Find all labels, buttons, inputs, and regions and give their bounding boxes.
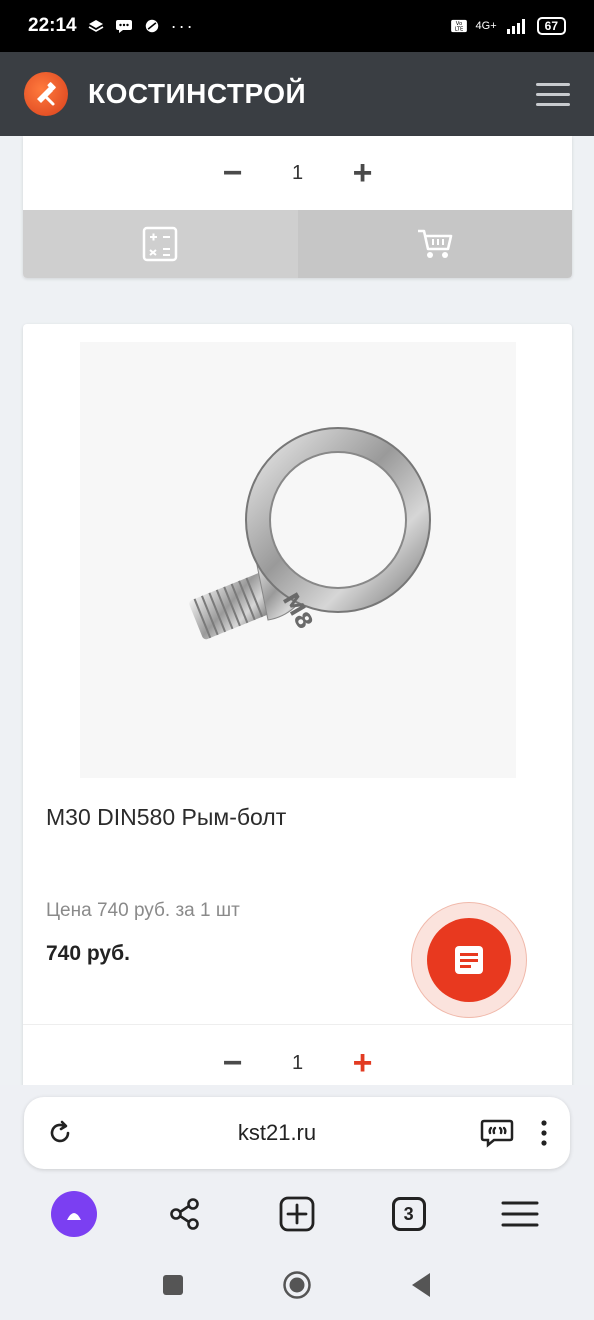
product-price: 740 руб. — [46, 942, 130, 965]
cart-icon — [417, 229, 453, 258]
product-image[interactable]: M8 — [80, 342, 516, 778]
decrease-quantity-button[interactable]: − — [188, 156, 278, 190]
increase-quantity-button[interactable]: + — [318, 156, 408, 190]
alice-icon — [50, 1191, 97, 1237]
product-card-previous: − 1 + — [23, 136, 572, 278]
eye-bolt-image: M8 — [189, 427, 431, 640]
message-icon — [115, 20, 132, 33]
reload-icon[interactable] — [46, 1119, 74, 1147]
share-button[interactable] — [160, 1189, 210, 1239]
document-icon — [455, 946, 483, 974]
status-time: 22:14 — [28, 15, 77, 36]
new-tab-button[interactable] — [272, 1189, 322, 1239]
calculator-icon — [143, 226, 178, 262]
quantity-value[interactable]: 1 — [278, 1052, 318, 1075]
site-header: КОСТИНСТРОЙ — [0, 52, 594, 136]
price-per-unit: Цена 740 руб. за 1 шт — [46, 900, 240, 921]
browser-nav-bar: 3 — [0, 1185, 594, 1243]
increase-quantity-button[interactable]: + — [318, 1046, 408, 1080]
back-icon[interactable] — [410, 1272, 432, 1298]
tabs-button[interactable]: 3 — [384, 1189, 434, 1239]
plus-square-icon — [279, 1196, 315, 1232]
system-nav-bar — [0, 1249, 594, 1320]
home-icon[interactable] — [282, 1270, 312, 1300]
alice-assistant-button[interactable] — [49, 1189, 99, 1239]
volte-icon: VoLTE — [450, 19, 467, 32]
recent-apps-icon[interactable] — [162, 1274, 184, 1296]
quantity-stepper: − 1 + — [23, 136, 572, 210]
calculator-button[interactable] — [23, 210, 298, 278]
notification-icons: ··· — [87, 16, 195, 37]
share-icon — [170, 1198, 200, 1230]
url-text[interactable]: kst21.ru — [74, 1120, 480, 1146]
quantity-value[interactable]: 1 — [278, 162, 318, 185]
tabs-count: 3 — [391, 1197, 426, 1231]
menu-icon — [501, 1201, 539, 1227]
site-logo[interactable] — [24, 72, 68, 116]
card-actions — [23, 210, 572, 278]
decrease-quantity-button[interactable]: − — [188, 1046, 278, 1080]
system-status: Vo LTE 4G+ 67 — [450, 17, 566, 35]
browser-toolbar: kst21.ru 3 — [0, 1085, 594, 1249]
menu-icon[interactable] — [536, 82, 570, 106]
svg-text:LTE: LTE — [454, 26, 463, 32]
battery-level: 67 — [544, 19, 558, 33]
floating-action-button[interactable] — [411, 902, 527, 1018]
tools-icon — [37, 82, 56, 106]
more-vertical-icon[interactable] — [540, 1119, 548, 1147]
network-type: 4G+ — [475, 20, 497, 32]
site-title[interactable]: КОСТИНСТРОЙ — [88, 78, 306, 110]
product-name[interactable]: M30 DIN580 Рым-болт — [46, 804, 286, 831]
more-notifications-icon: ··· — [170, 15, 195, 36]
browser-menu-button[interactable] — [495, 1189, 545, 1239]
status-bar: 22:14 ··· Vo LTE 4G+ 67 — [0, 0, 594, 52]
layers-icon — [88, 20, 104, 32]
quote-chat-icon[interactable] — [480, 1118, 514, 1148]
battery-indicator: 67 — [536, 17, 566, 35]
fab-inner[interactable] — [427, 918, 511, 1002]
app-icon — [145, 19, 158, 33]
add-to-cart-button[interactable] — [297, 210, 572, 278]
divider — [23, 1024, 572, 1025]
address-bar[interactable]: kst21.ru — [24, 1097, 570, 1169]
signal-icon — [506, 19, 525, 34]
